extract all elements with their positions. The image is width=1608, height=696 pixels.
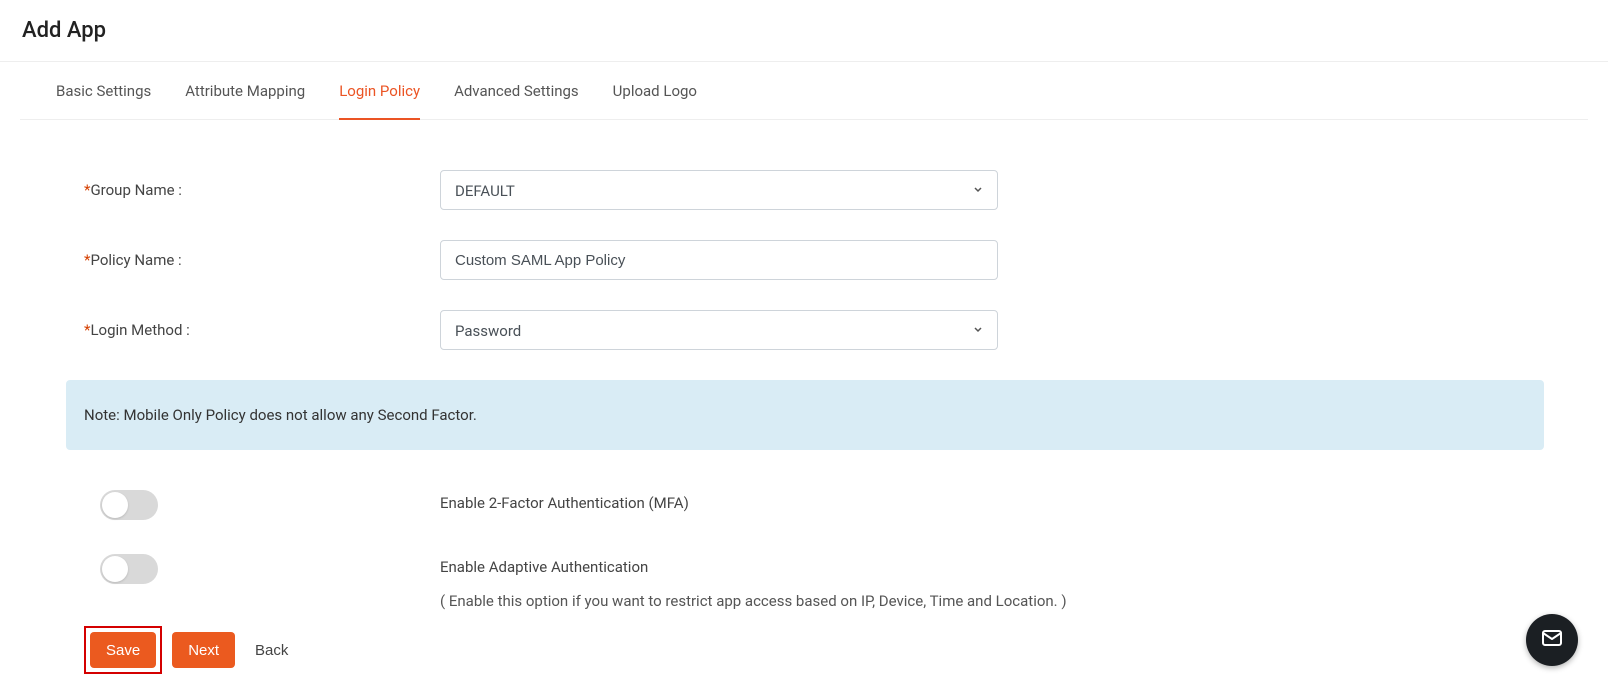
select-group-name[interactable]: DEFAULT [440, 170, 998, 210]
actions-row: Save Next Back [20, 626, 1588, 674]
tab-upload-logo[interactable]: Upload Logo [613, 62, 697, 120]
label-policy-name-text: Policy Name : [90, 251, 181, 269]
row-adaptive: Enable Adaptive Authentication ( Enable … [20, 554, 1588, 610]
row-group-name: *Group Name : DEFAULT [20, 170, 1588, 210]
note-box: Note: Mobile Only Policy does not allow … [66, 380, 1544, 450]
save-highlight-box: Save [84, 626, 162, 674]
label-login-method: *Login Method : [20, 321, 440, 339]
label-group-name: *Group Name : [20, 181, 440, 199]
toggle-knob [102, 556, 128, 582]
tab-login-policy[interactable]: Login Policy [339, 62, 420, 120]
save-button[interactable]: Save [90, 632, 156, 668]
label-group-name-text: Group Name : [90, 181, 181, 199]
select-login-method[interactable]: Password [440, 310, 998, 350]
label-mfa: Enable 2-Factor Authentication (MFA) [440, 490, 689, 512]
page-title: Add App [0, 0, 1608, 61]
label-adaptive-sub: ( Enable this option if you want to rest… [440, 592, 1067, 610]
label-login-method-text: Login Method : [90, 321, 189, 339]
select-login-method-value: Password [440, 310, 998, 350]
select-group-name-value: DEFAULT [440, 170, 998, 210]
back-button[interactable]: Back [245, 632, 298, 668]
chat-fab[interactable] [1526, 614, 1578, 666]
row-login-method: *Login Method : Password [20, 310, 1588, 350]
tab-attribute-mapping[interactable]: Attribute Mapping [185, 62, 305, 120]
next-button[interactable]: Next [172, 632, 235, 668]
tabs-bar: Basic Settings Attribute Mapping Login P… [20, 62, 1588, 120]
row-mfa: Enable 2-Factor Authentication (MFA) [20, 490, 1588, 520]
mail-icon [1540, 626, 1564, 654]
toggle-mfa[interactable] [100, 490, 158, 520]
tab-advanced-settings[interactable]: Advanced Settings [454, 62, 579, 120]
tab-basic-settings[interactable]: Basic Settings [56, 62, 151, 120]
input-policy-name[interactable] [440, 240, 998, 280]
form-area: *Group Name : DEFAULT *Policy Name : *Lo… [0, 120, 1608, 674]
toggle-knob [102, 492, 128, 518]
toggle-adaptive[interactable] [100, 554, 158, 584]
label-adaptive: Enable Adaptive Authentication [440, 554, 1067, 576]
label-policy-name: *Policy Name : [20, 251, 440, 269]
row-policy-name: *Policy Name : [20, 240, 1588, 280]
